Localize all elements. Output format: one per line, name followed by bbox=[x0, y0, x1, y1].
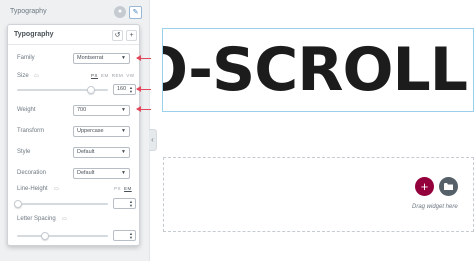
line-height-units: PX EM bbox=[111, 186, 132, 191]
size-label: Size bbox=[17, 73, 29, 79]
typography-popover: Typography ↺ + Family Montserrat ▼ Size … bbox=[7, 24, 140, 246]
size-input[interactable]: 160 ▲ ▼ bbox=[113, 84, 136, 95]
typography-control-row: Typography ● ✎ bbox=[10, 5, 142, 21]
family-label: Family bbox=[17, 55, 35, 61]
annotation-arrow bbox=[136, 106, 151, 112]
size-value: 160 bbox=[117, 86, 127, 92]
chevron-down-icon: ▼ bbox=[121, 149, 126, 155]
decoration-label: Decoration bbox=[17, 170, 47, 176]
folder-icon[interactable] bbox=[439, 177, 458, 196]
text-decoration-value: Default bbox=[77, 170, 95, 176]
line-height-slider-thumb[interactable] bbox=[14, 200, 22, 208]
unit-em[interactable]: EM bbox=[124, 186, 132, 191]
pencil-icon[interactable]: ✎ bbox=[129, 6, 142, 19]
font-style-value: Default bbox=[77, 149, 95, 155]
unit-vw[interactable]: VW bbox=[126, 73, 134, 78]
line-height-input[interactable]: ▲ ▼ bbox=[113, 198, 136, 209]
stepper-icon[interactable]: ▲ ▼ bbox=[129, 86, 133, 94]
unit-rem[interactable]: REM bbox=[112, 73, 124, 78]
monitor-icon[interactable]: ▭ bbox=[54, 186, 59, 192]
monitor-icon[interactable]: ▭ bbox=[34, 73, 39, 79]
annotation-arrow bbox=[136, 86, 151, 92]
popover-header: Typography ↺ + bbox=[8, 25, 139, 45]
letter-spacing-input[interactable]: ▲ ▼ bbox=[113, 230, 136, 241]
weight-label: Weight bbox=[17, 107, 36, 113]
plus-icon[interactable]: + bbox=[415, 177, 434, 196]
font-weight-select[interactable]: 700 ▼ bbox=[73, 105, 130, 116]
font-family-select[interactable]: Montserrat ▼ bbox=[73, 53, 130, 64]
stepper-icon[interactable]: ▲ ▼ bbox=[129, 200, 133, 208]
transform-label: Transform bbox=[17, 128, 45, 134]
stepper-icon[interactable]: ▲ ▼ bbox=[129, 232, 133, 240]
annotation-arrow bbox=[136, 55, 151, 61]
plus-icon[interactable]: + bbox=[126, 30, 137, 41]
font-family-value: Montserrat bbox=[77, 55, 104, 61]
letter-spacing-label: Letter Spacing bbox=[17, 216, 56, 222]
unit-em[interactable]: EM bbox=[101, 73, 109, 78]
style-label: Style bbox=[17, 149, 31, 155]
text-decoration-select[interactable]: Default ▼ bbox=[73, 168, 130, 179]
heading-text: O-SCROLL bbox=[162, 35, 468, 105]
font-style-select[interactable]: Default ▼ bbox=[73, 147, 130, 158]
monitor-icon[interactable]: ▭ bbox=[62, 216, 67, 222]
size-units: PX EM REM VW bbox=[88, 73, 135, 78]
unit-px[interactable]: PX bbox=[91, 73, 98, 78]
chevron-down-icon: ▼ bbox=[121, 128, 126, 134]
popover-title: Typography bbox=[14, 31, 54, 38]
line-height-slider-track[interactable] bbox=[17, 203, 108, 205]
typography-label: Typography bbox=[10, 8, 47, 15]
drag-widget-hint: Drag widget here bbox=[412, 204, 458, 210]
line-height-label: Line-Height bbox=[17, 186, 48, 192]
letter-spacing-slider-track[interactable] bbox=[17, 235, 108, 237]
chevron-down-icon: ▼ bbox=[121, 107, 126, 113]
size-slider-thumb[interactable] bbox=[87, 86, 95, 94]
font-weight-value: 700 bbox=[77, 107, 87, 113]
text-transform-value: Uppercase bbox=[77, 128, 104, 134]
collapse-panel-toggle[interactable]: ‹ bbox=[149, 129, 157, 151]
unit-px[interactable]: PX bbox=[114, 186, 121, 191]
letter-spacing-slider-thumb[interactable] bbox=[41, 232, 49, 240]
chevron-down-icon: ▼ bbox=[121, 170, 126, 176]
globe-icon[interactable]: ● bbox=[114, 6, 126, 18]
chevron-down-icon: ▼ bbox=[121, 55, 126, 61]
heading-widget[interactable]: O-SCROLL bbox=[162, 28, 474, 112]
text-transform-select[interactable]: Uppercase ▼ bbox=[73, 126, 130, 137]
reset-icon[interactable]: ↺ bbox=[112, 30, 123, 41]
